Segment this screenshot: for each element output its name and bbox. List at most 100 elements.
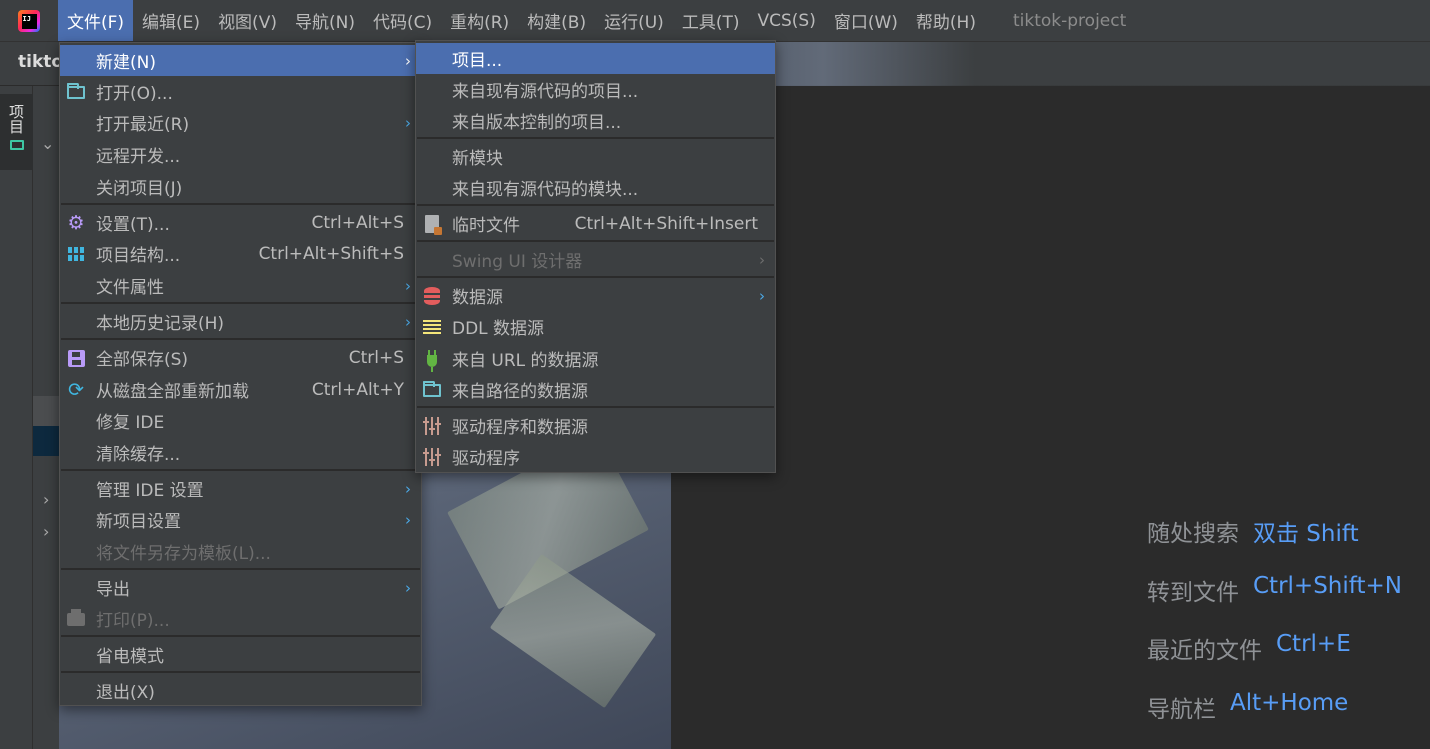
hint-label: 导航栏 bbox=[1147, 697, 1216, 723]
menu-item-label: 来自现有源代码的模块... bbox=[452, 180, 639, 200]
menu-refactor[interactable]: 重构(R) bbox=[441, 0, 518, 41]
menu-separator bbox=[61, 302, 420, 304]
menu-item-manage-ide-settings[interactable]: 管理 IDE 设置 › bbox=[60, 473, 421, 504]
menu-item-label: 本地历史记录(H) bbox=[96, 314, 225, 334]
menu-item-label: 从磁盘全部重新加载 bbox=[96, 382, 249, 402]
menu-item-shortcut: Ctrl+Alt+Y bbox=[311, 379, 404, 400]
menu-item-save-all[interactable]: 全部保存(S) Ctrl+S bbox=[60, 342, 421, 373]
menu-item-label: 项目... bbox=[452, 51, 503, 71]
menu-tools[interactable]: 工具(T) bbox=[673, 0, 749, 41]
menu-vcs[interactable]: VCS(S) bbox=[748, 0, 824, 41]
menu-item-drivers[interactable]: 驱动程序 bbox=[416, 441, 775, 472]
menu-item-close-project[interactable]: 关闭项目(J) bbox=[60, 171, 421, 202]
menu-item-exit[interactable]: 退出(X) bbox=[60, 675, 421, 706]
submenu-arrow-icon: › bbox=[405, 276, 411, 295]
menu-item-open-recent[interactable]: 打开最近(R) › bbox=[60, 107, 421, 138]
menu-item-label: 来自现有源代码的项目... bbox=[452, 82, 639, 102]
menu-item-local-history[interactable]: 本地历史记录(H) › bbox=[60, 306, 421, 337]
menu-item-data-source-from-url[interactable]: 来自 URL 的数据源 bbox=[416, 343, 775, 374]
menu-item-power-save-mode[interactable]: 省电模式 bbox=[60, 639, 421, 670]
menu-separator bbox=[61, 671, 420, 673]
hint-label: 随处搜索 bbox=[1147, 521, 1239, 547]
menu-item-label: 数据源 bbox=[452, 288, 503, 308]
menu-edit[interactable]: 编辑(E) bbox=[133, 0, 209, 41]
menu-item-label: 设置(T)... bbox=[96, 215, 170, 235]
ide-window: IJ 文件(F) 编辑(E) 视图(V) 导航(N) 代码(C) 重构(R) 构… bbox=[0, 0, 1430, 749]
menu-item-shortcut: Ctrl+Alt+Shift+S bbox=[258, 243, 404, 264]
submenu-arrow-icon: › bbox=[405, 113, 411, 132]
chevron-right-icon[interactable]: › bbox=[43, 490, 49, 509]
menu-file[interactable]: 文件(F) bbox=[58, 0, 134, 41]
menu-build[interactable]: 构建(B) bbox=[518, 0, 595, 41]
save-icon bbox=[66, 348, 86, 368]
menu-item-settings[interactable]: ⚙ 设置(T)... Ctrl+Alt+S bbox=[60, 207, 421, 238]
menu-item-swing-ui-designer: Swing UI 设计器 › bbox=[416, 244, 775, 275]
menu-separator bbox=[61, 469, 420, 471]
tree-row-hover[interactable] bbox=[33, 396, 59, 426]
menu-item-export[interactable]: 导出 › bbox=[60, 572, 421, 603]
menu-item-print: 打印(P)... bbox=[60, 603, 421, 634]
menu-item-label: 项目结构... bbox=[96, 246, 181, 266]
editor-empty-area: 随处搜索 双击 Shift 转到文件 Ctrl+Shift+N 最近的文件 Ct… bbox=[671, 42, 1430, 749]
hint-label: 最近的文件 bbox=[1147, 638, 1262, 664]
menu-item-label: 来自版本控制的项目... bbox=[452, 113, 622, 133]
menu-separator bbox=[61, 635, 420, 637]
menu-item-remote-development[interactable]: 远程开发... bbox=[60, 139, 421, 170]
project-breadcrumb[interactable]: tikto bbox=[18, 52, 63, 72]
driver-icon bbox=[422, 416, 442, 436]
project-tool-tab[interactable]: 项目 bbox=[0, 94, 33, 170]
menu-view[interactable]: 视图(V) bbox=[209, 0, 286, 41]
menu-item-shortcut: Ctrl+Alt+S bbox=[311, 212, 404, 233]
menu-item-ddl-data-source[interactable]: DDL 数据源 bbox=[416, 311, 775, 342]
menu-item-module-from-existing-sources[interactable]: 来自现有源代码的模块... bbox=[416, 172, 775, 203]
menu-item-data-source[interactable]: 数据源 › bbox=[416, 280, 775, 311]
project-tab-label: 项目 bbox=[7, 104, 25, 134]
menu-item-drivers-and-data-sources[interactable]: 驱动程序和数据源 bbox=[416, 410, 775, 441]
menu-code[interactable]: 代码(C) bbox=[364, 0, 441, 41]
menu-item-new-project[interactable]: 项目... bbox=[416, 43, 775, 74]
menu-item-new-project-settings[interactable]: 新项目设置 › bbox=[60, 504, 421, 535]
menu-item-project-structure[interactable]: 项目结构... Ctrl+Alt+Shift+S bbox=[60, 238, 421, 269]
menu-item-shortcut: Ctrl+S bbox=[348, 347, 404, 368]
app-logo-icon[interactable]: IJ bbox=[0, 0, 58, 42]
menu-window[interactable]: 窗口(W) bbox=[825, 0, 907, 41]
menu-item-project-from-existing-sources[interactable]: 来自现有源代码的项目... bbox=[416, 74, 775, 105]
hint-shortcut: 双击 Shift bbox=[1253, 521, 1359, 547]
submenu-arrow-icon: › bbox=[759, 286, 765, 305]
window-title: tiktok-project bbox=[1012, 10, 1127, 31]
submenu-arrow-icon: › bbox=[759, 250, 765, 269]
menu-run[interactable]: 运行(U) bbox=[595, 0, 673, 41]
left-tool-strip: 项目 bbox=[0, 86, 33, 749]
database-icon bbox=[422, 286, 442, 306]
menu-separator bbox=[61, 338, 420, 340]
chevron-down-icon[interactable]: ⌄ bbox=[41, 134, 54, 153]
menu-item-label: 关闭项目(J) bbox=[96, 179, 183, 199]
menu-item-label: 管理 IDE 设置 bbox=[96, 481, 204, 501]
menu-item-new-module[interactable]: 新模块 bbox=[416, 141, 775, 172]
hint-shortcut: Ctrl+E bbox=[1276, 631, 1351, 657]
hint-goto-file: 转到文件 Ctrl+Shift+N bbox=[1147, 573, 1402, 607]
menu-item-data-source-from-path[interactable]: 来自路径的数据源 bbox=[416, 374, 775, 405]
menu-help[interactable]: 帮助(H) bbox=[907, 0, 985, 41]
menu-separator bbox=[417, 406, 774, 408]
menu-item-project-from-vcs[interactable]: 来自版本控制的项目... bbox=[416, 105, 775, 136]
hint-shortcut: Ctrl+Shift+N bbox=[1253, 573, 1402, 599]
chevron-right-icon[interactable]: › bbox=[43, 522, 49, 541]
hint-navigation-bar: 导航栏 Alt+Home bbox=[1147, 690, 1348, 724]
menu-navigate[interactable]: 导航(N) bbox=[286, 0, 364, 41]
menu-item-reload-all[interactable]: ⟳ 从磁盘全部重新加载 Ctrl+Alt+Y bbox=[60, 374, 421, 405]
driver-icon bbox=[422, 447, 442, 467]
menu-item-label: 新建(N) bbox=[96, 53, 156, 73]
menu-item-label: 驱动程序和数据源 bbox=[452, 418, 588, 438]
menu-item-new[interactable]: 新建(N) › bbox=[60, 45, 421, 76]
menu-item-file-properties[interactable]: 文件属性 › bbox=[60, 270, 421, 301]
menu-item-open[interactable]: 打开(O)... bbox=[60, 76, 421, 107]
project-structure-icon bbox=[66, 244, 86, 264]
menu-item-repair-ide[interactable]: 修复 IDE bbox=[60, 405, 421, 436]
menu-separator bbox=[417, 276, 774, 278]
menu-item-scratch-file[interactable]: 临时文件 Ctrl+Alt+Shift+Insert bbox=[416, 208, 775, 239]
menu-item-invalidate-caches[interactable]: 清除缓存... bbox=[60, 437, 421, 468]
submenu-arrow-icon: › bbox=[405, 510, 411, 529]
menu-item-label: 全部保存(S) bbox=[96, 350, 189, 370]
tree-row-selected[interactable] bbox=[33, 426, 59, 456]
